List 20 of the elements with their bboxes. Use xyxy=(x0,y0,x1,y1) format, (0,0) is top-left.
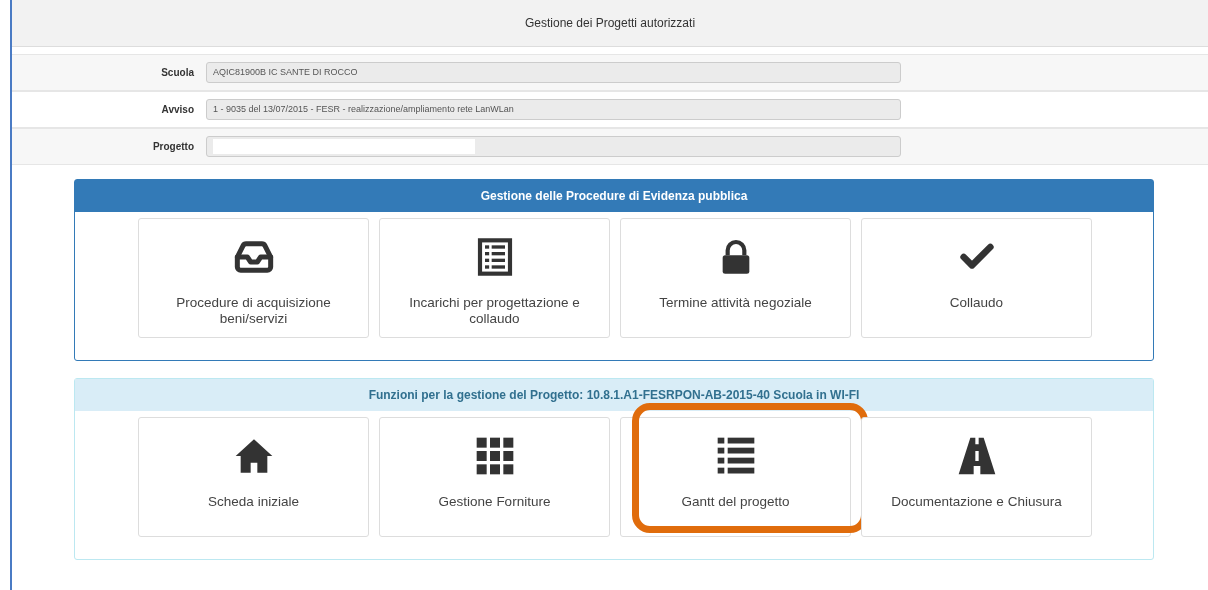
list-icon xyxy=(715,436,756,476)
tile-button[interactable]: Collaudo xyxy=(861,218,1092,338)
tile-button[interactable]: Scheda iniziale xyxy=(138,417,369,537)
tile-button[interactable]: Termine attività negoziale xyxy=(620,218,851,338)
page-title: Gestione dei Progetti autorizzati xyxy=(524,15,696,32)
tile-button[interactable]: Gantt del progetto xyxy=(620,417,851,537)
tile-button[interactable]: Gestione Forniture xyxy=(379,417,610,537)
field-label: Progetto xyxy=(151,140,195,154)
field-label: Scuola xyxy=(160,66,195,80)
input-field[interactable]: AQIC81900B IC SANTE DI ROCCO xyxy=(206,62,901,83)
panel-title: Gestione delle Procedure di Evidenza pubblica xyxy=(75,180,1153,212)
tile-button[interactable]: Documentazione e Chiusura xyxy=(861,417,1092,537)
tile-button[interactable]: Incarichi per progettazione e collaudo xyxy=(379,218,610,338)
road-icon xyxy=(956,436,997,476)
input-field[interactable] xyxy=(206,136,901,157)
field-label: Avviso xyxy=(160,103,195,117)
grid-icon xyxy=(474,436,515,476)
input-field[interactable]: 1 - 9035 del 13/07/2015 - FESR - realizzazione/ampliamento rete LanWLan xyxy=(206,99,901,120)
panel-title: Funzioni per la gestione del Progetto: 10.8.1.A1-FESRPON-AB-2015-40 Scuola in WI-FI xyxy=(75,379,1153,411)
tile-button[interactable]: Procedure di acquisizione beni/servizi xyxy=(138,218,369,338)
